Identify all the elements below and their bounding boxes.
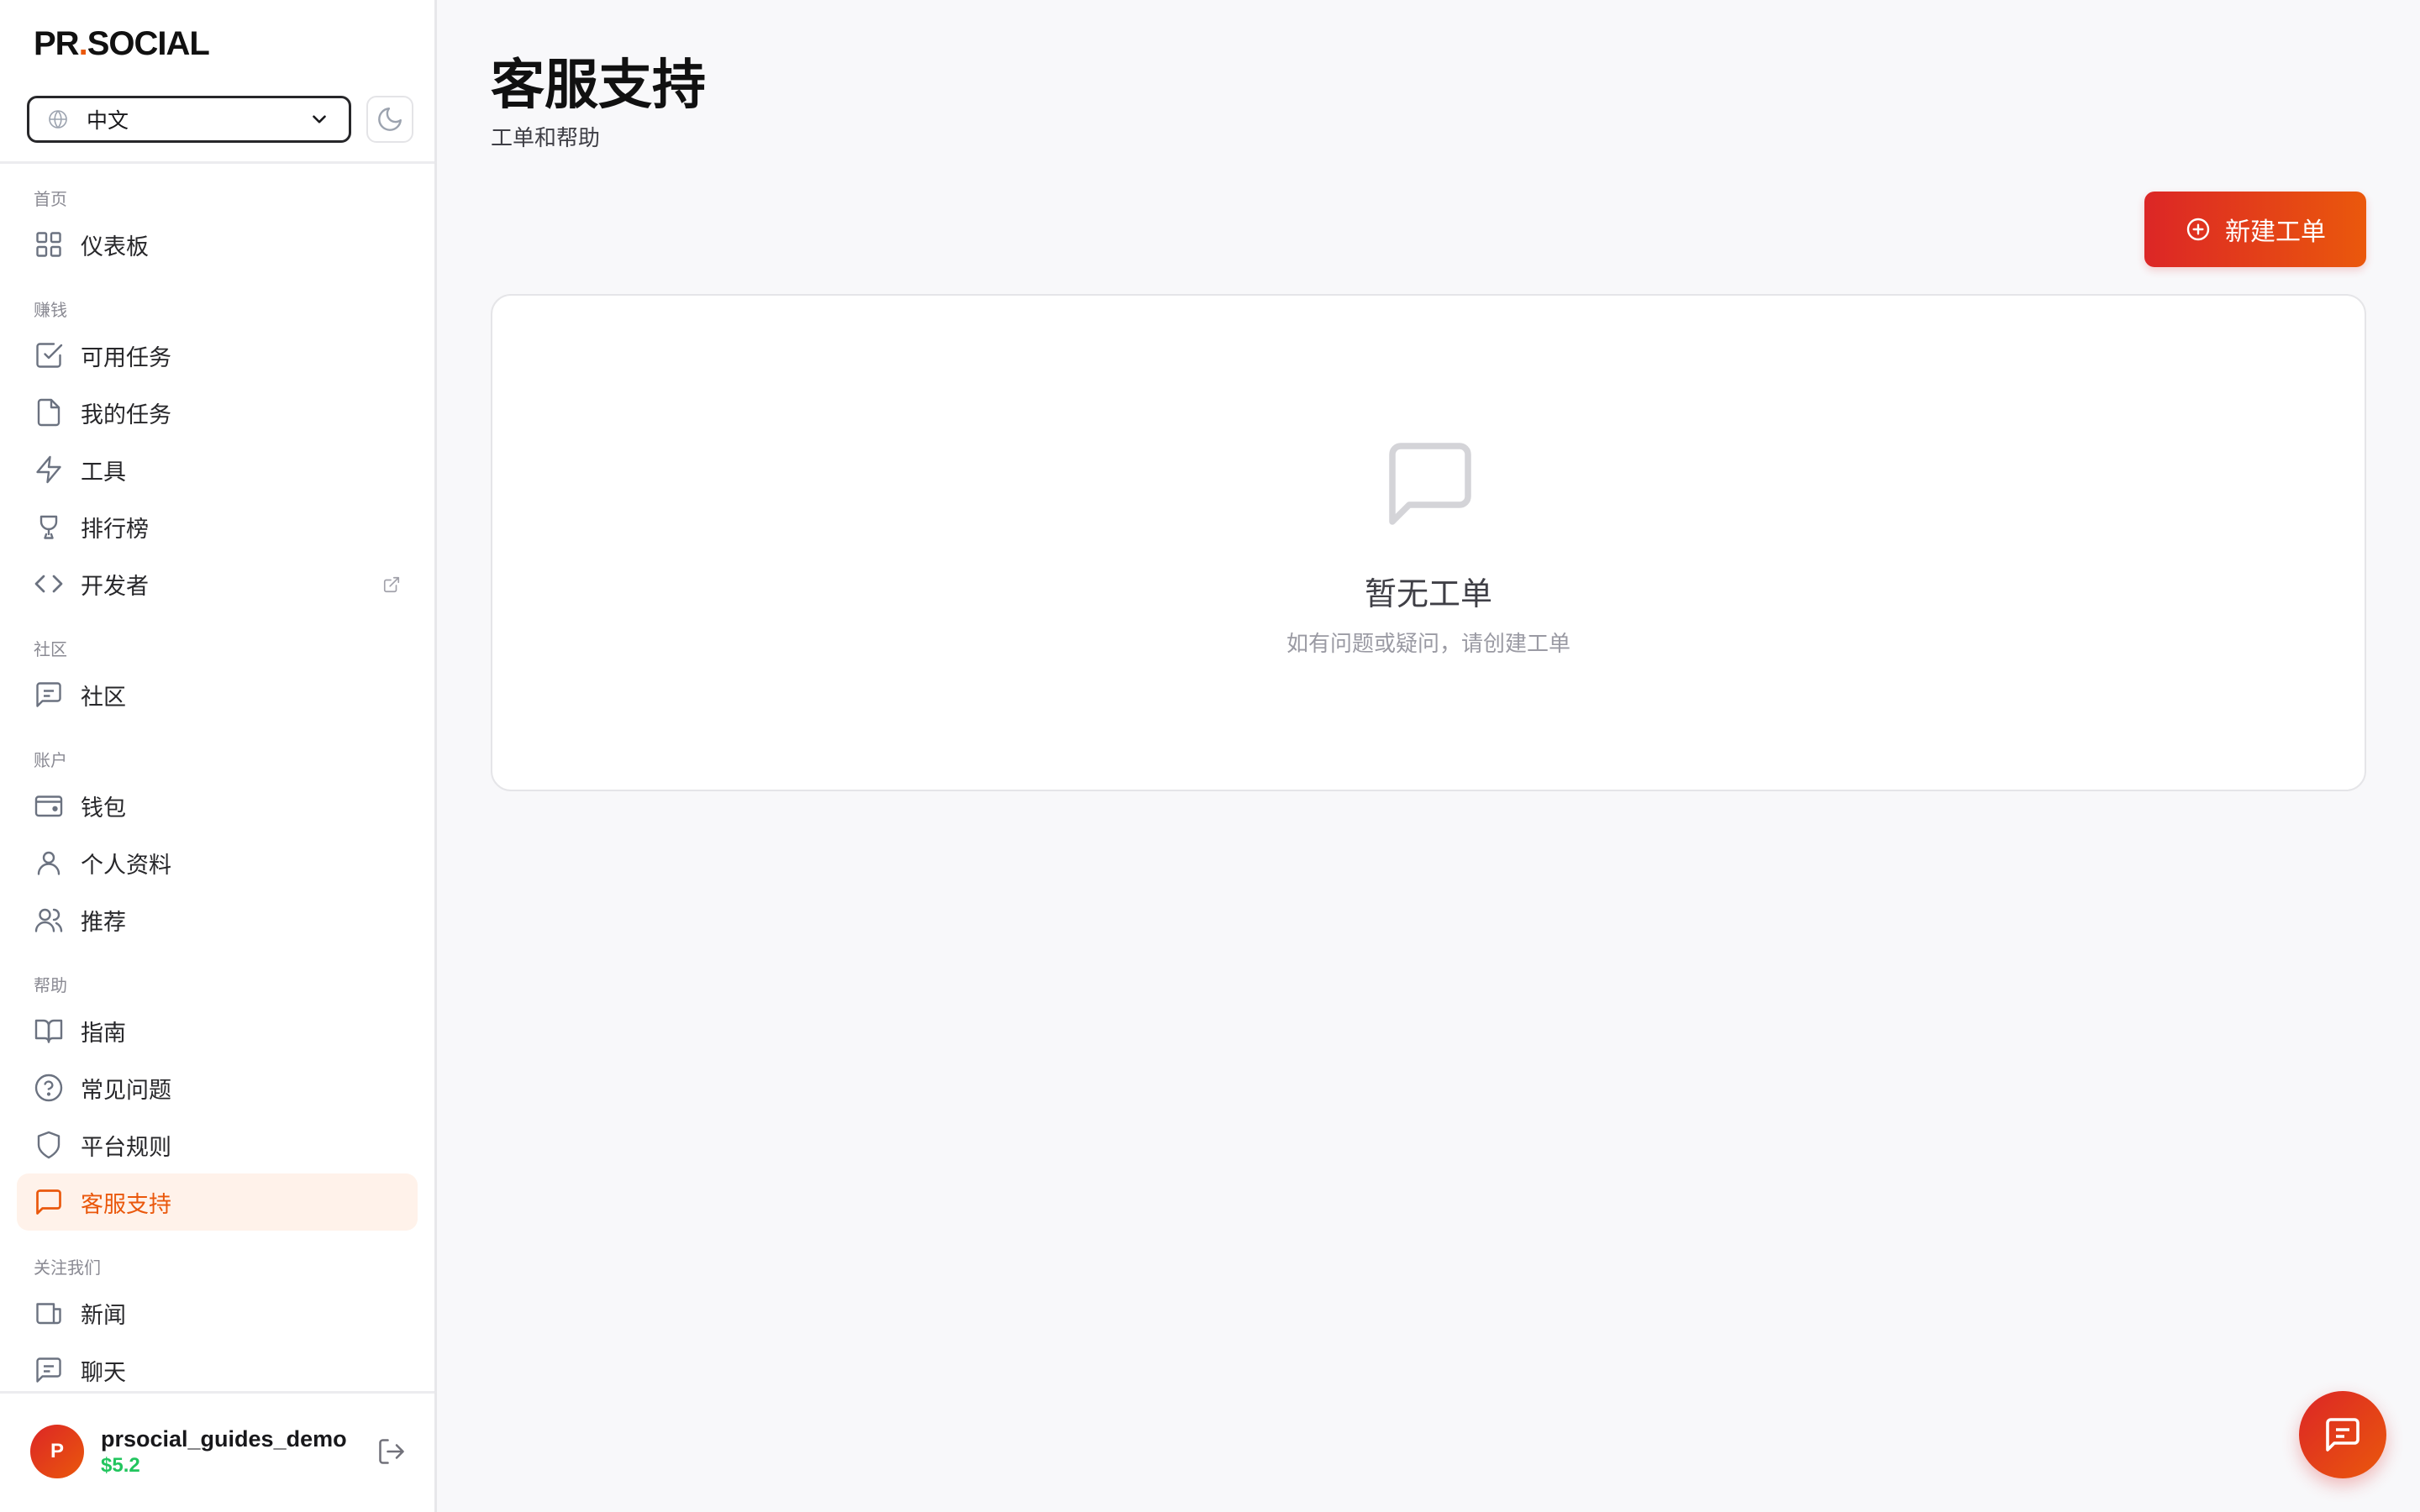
- sidebar-item-label: 社区: [81, 684, 126, 711]
- sidebar-item-available-tasks[interactable]: 可用任务: [17, 327, 418, 384]
- nav-section-follow: 关注我们: [34, 1257, 101, 1278]
- nav-section-help: 帮助: [34, 975, 67, 995]
- logo-text-left: PR: [34, 25, 80, 62]
- brand-logo[interactable]: PR.SOCIAL: [34, 25, 210, 63]
- shield-icon: [37, 1131, 60, 1159]
- nav-section-account: 账户: [34, 750, 67, 770]
- sidebar: PR.SOCIAL 中文 首页 仪表板 赚钱 可用任务 我的任务 工具 排行榜 …: [0, 0, 437, 1512]
- sidebar-item-label: 钱包: [81, 795, 126, 822]
- new-ticket-button[interactable]: 新建工单: [2144, 192, 2366, 267]
- theme-toggle-button[interactable]: [366, 96, 413, 143]
- sidebar-item-referrals[interactable]: 推荐: [17, 891, 418, 948]
- logout-icon[interactable]: [376, 1436, 407, 1467]
- nav-section-community: 社区: [34, 639, 67, 659]
- user-balance: $5.2: [101, 1453, 140, 1477]
- logo-text-right: SOCIAL: [87, 25, 210, 62]
- globe-icon: [49, 110, 67, 129]
- logo-dot: .: [78, 25, 88, 62]
- sidebar-item-label: 开发者: [81, 573, 149, 600]
- sidebar-item-label: 推荐: [81, 909, 126, 936]
- sidebar-item-support[interactable]: 客服支持: [17, 1173, 418, 1231]
- sidebar-item-label: 聊天: [81, 1359, 126, 1386]
- sidebar-item-community[interactable]: 社区: [17, 666, 418, 723]
- message-square-icon: [36, 1357, 61, 1383]
- sidebar-item-faq[interactable]: 常见问题: [17, 1059, 418, 1116]
- moon-icon: [378, 108, 402, 131]
- wallet-icon: [34, 795, 63, 817]
- language-value: 中文: [87, 108, 129, 133]
- nav-section-earn: 赚钱: [34, 300, 67, 320]
- sidebar-item-label: 工具: [81, 459, 126, 486]
- user-info: prsocial_guides_demo $5.2: [101, 1426, 347, 1478]
- language-theme-row: 中文: [27, 96, 413, 143]
- chevron-down-icon: [313, 115, 326, 123]
- sidebar-item-label: 平台规则: [81, 1134, 171, 1161]
- empty-description: 如有问题或疑问，请创建工单: [1286, 632, 1570, 657]
- page-title: 客服支持: [491, 55, 706, 117]
- user-profile-box[interactable]: P prsocial_guides_demo $5.2: [30, 1425, 347, 1478]
- sidebar-item-profile[interactable]: 个人资料: [17, 834, 418, 891]
- chat-bubble-icon: [36, 1189, 61, 1215]
- lightning-icon: [36, 455, 61, 484]
- users-icon: [34, 908, 63, 932]
- message-square-icon: [36, 682, 61, 707]
- sidebar-item-dashboard[interactable]: 仪表板: [17, 216, 418, 273]
- trophy-icon: [39, 515, 58, 539]
- file-icon: [37, 398, 60, 427]
- newspaper-icon: [36, 1303, 61, 1325]
- sidebar-item-label: 新闻: [81, 1302, 126, 1329]
- sidebar-item-label: 仪表板: [81, 234, 149, 260]
- sidebar-footer-divider: [0, 1391, 434, 1394]
- sidebar-nav: 首页 仪表板 赚钱 可用任务 我的任务 工具 排行榜 开发者 社区 社区 账户 …: [0, 164, 434, 1399]
- sidebar-item-tools[interactable]: 工具: [17, 441, 418, 498]
- tickets-empty-state: 暂无工单 如有问题或疑问，请创建工单: [491, 294, 2366, 791]
- sidebar-item-developer[interactable]: 开发者: [17, 555, 418, 612]
- sidebar-item-platform-rules[interactable]: 平台规则: [17, 1116, 418, 1173]
- sidebar-item-label: 排行榜: [81, 516, 149, 543]
- sidebar-item-label: 客服支持: [81, 1191, 171, 1218]
- sidebar-item-label: 可用任务: [81, 344, 171, 371]
- sidebar-item-my-tasks[interactable]: 我的任务: [17, 384, 418, 441]
- sidebar-item-label: 指南: [81, 1020, 126, 1047]
- empty-title: 暂无工单: [1364, 575, 1492, 612]
- external-link-icon: [383, 576, 400, 593]
- sidebar-item-label: 我的任务: [81, 402, 171, 428]
- avatar: P: [30, 1425, 84, 1478]
- chat-bubble-icon: [2326, 1418, 2360, 1452]
- chat-fab-button[interactable]: [2299, 1391, 2386, 1478]
- book-icon: [34, 1019, 63, 1043]
- sidebar-item-wallet[interactable]: 钱包: [17, 777, 418, 834]
- user-name: prsocial_guides_demo: [101, 1425, 347, 1452]
- chat-bubble-icon: [1389, 443, 1471, 525]
- sidebar-item-news[interactable]: 新闻: [17, 1284, 418, 1341]
- nav-section-home: 首页: [34, 189, 67, 209]
- sidebar-item-guide[interactable]: 指南: [17, 1002, 418, 1059]
- sidebar-item-leaderboard[interactable]: 排行榜: [17, 498, 418, 555]
- code-icon: [34, 575, 63, 593]
- page-subtitle: 工单和帮助: [491, 126, 601, 151]
- plus-circle-icon: [2186, 218, 2210, 241]
- new-ticket-label: 新建工单: [2225, 218, 2326, 247]
- sidebar-item-label: 个人资料: [81, 852, 171, 879]
- help-circle-icon: [34, 1074, 63, 1102]
- sidebar-item-label: 常见问题: [81, 1077, 171, 1104]
- dashboard-grid-icon: [36, 232, 61, 257]
- sidebar-item-chat[interactable]: 聊天: [17, 1341, 418, 1399]
- language-select[interactable]: 中文: [27, 96, 351, 143]
- check-square-icon: [36, 343, 63, 368]
- user-icon: [37, 851, 60, 875]
